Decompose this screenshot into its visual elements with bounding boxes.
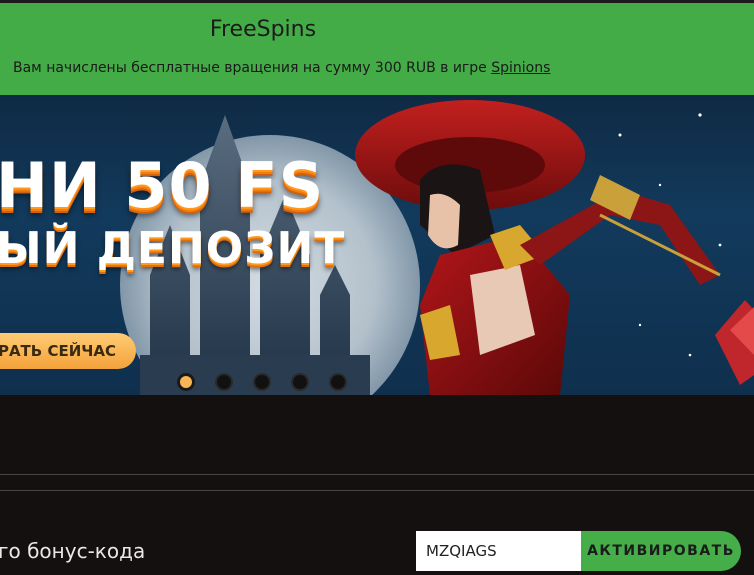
carousel-dot-4[interactable] — [291, 373, 309, 391]
play-now-button[interactable]: ГРАТЬ СЕЙЧАС — [0, 333, 136, 369]
notification-message: Вам начислены бесплатные вращения на сум… — [13, 60, 550, 76]
notification-text: Вам начислены бесплатные вращения на сум… — [13, 60, 487, 76]
promo-banner[interactable]: НИ 50 FS ЫЙ ДЕПОЗИТ ГРАТЬ СЕЙЧАС — [0, 95, 754, 395]
carousel-dot-1[interactable] — [177, 373, 195, 391]
notification-title: FreeSpins — [209, 17, 317, 42]
banner-headline-line2: ЫЙ ДЕПОЗИТ — [0, 223, 346, 274]
carousel-dot-3[interactable] — [253, 373, 271, 391]
carousel-dot-5[interactable] — [329, 373, 347, 391]
carousel-dots — [177, 373, 347, 391]
banner-headline-line1: НИ 50 FS — [0, 149, 325, 222]
bonus-code-label: го бонус-кода — [0, 539, 146, 563]
activate-button[interactable]: АКТИВИРОВАТЬ — [581, 531, 741, 571]
bonus-code-input[interactable] — [416, 531, 582, 571]
carousel-dot-2[interactable] — [215, 373, 233, 391]
divider — [0, 490, 754, 491]
page: FreeSpins Вам начислены бесплатные враще… — [0, 0, 754, 575]
divider — [0, 474, 754, 475]
game-link[interactable]: Spinions — [491, 60, 550, 76]
freespins-notification: FreeSpins Вам начислены бесплатные враще… — [0, 0, 754, 95]
